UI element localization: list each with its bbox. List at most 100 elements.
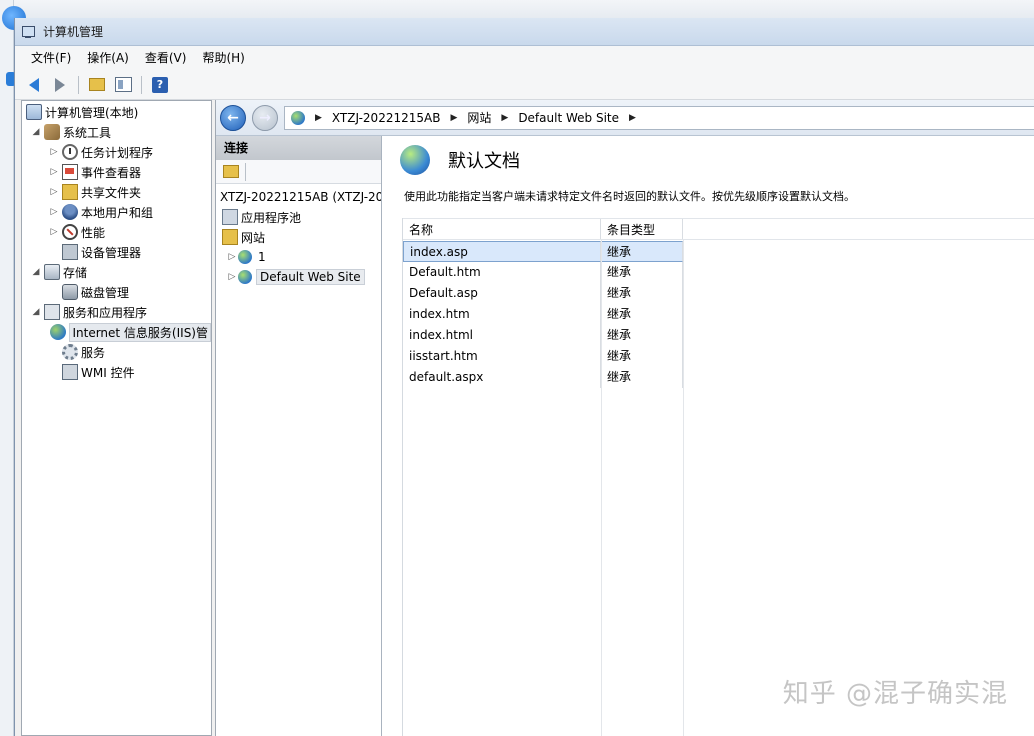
list-row[interactable]: iisstart.htm 继承 <box>403 346 1034 367</box>
list-row[interactable]: index.htm 继承 <box>403 304 1034 325</box>
collapse-icon[interactable]: ◢ <box>30 127 42 137</box>
expand-icon[interactable]: ▷ <box>48 187 60 197</box>
tree-item-root[interactable]: 计算机管理(本地) <box>22 102 211 122</box>
expand-icon[interactable]: ▷ <box>48 227 60 237</box>
connection-site-1[interactable]: ▷ 1 <box>216 247 381 267</box>
tree-item-local-users[interactable]: ▷ 本地用户和组 <box>22 202 211 222</box>
computer-management-icon <box>21 24 37 40</box>
back-arrow-icon <box>29 78 39 92</box>
computer-management-window: 计算机管理 文件(F) 操作(A) 查看(V) 帮助(H) ? 计算机管理(本地… <box>14 18 1034 736</box>
tree-item-event-viewer[interactable]: ▷ 事件查看器 <box>22 162 211 182</box>
console-tree-icon <box>115 77 132 92</box>
help-button[interactable]: ? <box>149 74 171 96</box>
tree-item-iis[interactable]: Internet 信息服务(IIS)管 <box>22 322 211 342</box>
connection-server[interactable]: XTZJ-20221215AB (XTZJ-20 <box>216 187 381 207</box>
up-level-button[interactable] <box>86 74 108 96</box>
tree-item-storage[interactable]: ◢ 存储 <box>22 262 211 282</box>
breadcrumb-site[interactable]: Default Web Site <box>518 111 619 125</box>
tree-item-services-apps[interactable]: ◢ 服务和应用程序 <box>22 302 211 322</box>
address-bar: ← → ▶ XTZJ-20221215AB ▶ 网站 ▶ Default Web… <box>216 100 1034 136</box>
tree-item-task-scheduler[interactable]: ▷ 任务计划程序 <box>22 142 211 162</box>
menu-action[interactable]: 操作(A) <box>79 46 137 70</box>
toolbar-separator <box>245 163 246 181</box>
cell-name: iisstart.htm <box>403 346 601 367</box>
list-row[interactable]: Default.htm 继承 <box>403 262 1034 283</box>
computer-icon <box>26 104 42 120</box>
help-icon: ? <box>152 77 168 93</box>
connect-button[interactable] <box>220 161 242 183</box>
tree-item-device-manager[interactable]: 设备管理器 <box>22 242 211 262</box>
folder-up-icon <box>89 78 105 91</box>
breadcrumb-sites[interactable]: 网站 <box>467 109 491 126</box>
breadcrumb-server[interactable]: XTZJ-20221215AB <box>332 111 441 125</box>
tree-item-system-tools[interactable]: ◢ 系统工具 <box>22 122 211 142</box>
tree-item-services[interactable]: 服务 <box>22 342 211 362</box>
iis-forward-button[interactable]: → <box>252 105 278 131</box>
tree-item-disk-management[interactable]: 磁盘管理 <box>22 282 211 302</box>
cell-type: 继承 <box>601 241 683 262</box>
shared-folder-icon <box>62 184 78 200</box>
cell-name: default.aspx <box>403 367 601 388</box>
connection-app-pools[interactable]: 应用程序池 <box>216 207 381 227</box>
globe-icon <box>238 250 252 264</box>
tree-item-shared-folders[interactable]: ▷ 共享文件夹 <box>22 182 211 202</box>
feature-description: 使用此功能指定当客户端未请求特定文件名时返回的默认文件。按优先级顺序设置默认文档… <box>388 184 1034 210</box>
menu-view[interactable]: 查看(V) <box>137 46 195 70</box>
cell-type: 继承 <box>601 262 683 283</box>
collapse-icon[interactable]: ◢ <box>30 267 42 277</box>
tree-item-performance[interactable]: ▷ 性能 <box>22 222 211 242</box>
menu-file[interactable]: 文件(F) <box>23 46 79 70</box>
list-row[interactable]: index.asp 继承 <box>403 241 1034 262</box>
menu-help[interactable]: 帮助(H) <box>194 46 252 70</box>
expand-icon[interactable]: ▷ <box>48 207 60 217</box>
expand-icon[interactable]: ▷ <box>226 252 238 262</box>
chevron-right-icon[interactable]: ▶ <box>450 113 457 123</box>
column-header-name[interactable]: 名称 <box>403 219 601 239</box>
cell-type: 继承 <box>601 325 683 346</box>
globe-icon <box>291 111 305 125</box>
column-divider <box>601 240 602 736</box>
iis-icon <box>50 324 66 340</box>
watermark: 知乎 @混子确实混 <box>783 673 1008 710</box>
background-browser-toolbar <box>0 0 1034 18</box>
column-divider <box>683 240 684 736</box>
connections-header: 连接 <box>216 136 381 160</box>
users-icon <box>62 204 78 220</box>
sites-folder-icon <box>222 229 238 245</box>
chevron-right-icon[interactable]: ▶ <box>501 113 508 123</box>
connection-sites[interactable]: 网站 <box>216 227 381 247</box>
cell-name: index.html <box>403 325 601 346</box>
iis-back-button[interactable]: ← <box>220 105 246 131</box>
iis-manager: ← → ▶ XTZJ-20221215AB ▶ 网站 ▶ Default Web… <box>215 100 1034 736</box>
connection-default-site[interactable]: ▷ Default Web Site <box>216 267 381 287</box>
storage-icon <box>44 264 60 280</box>
cell-type: 继承 <box>601 283 683 304</box>
expand-icon[interactable]: ▷ <box>226 272 238 282</box>
list-row[interactable]: Default.asp 继承 <box>403 283 1034 304</box>
list-row[interactable]: default.aspx 继承 <box>403 367 1034 388</box>
app-pool-icon <box>222 209 238 225</box>
collapse-icon[interactable]: ◢ <box>30 307 42 317</box>
show-hide-tree-button[interactable] <box>112 74 134 96</box>
expand-icon[interactable]: ▷ <box>48 147 60 157</box>
toolbar-separator <box>78 76 79 94</box>
device-manager-icon <box>62 244 78 260</box>
back-button[interactable] <box>23 74 45 96</box>
column-header-type[interactable]: 条目类型 <box>601 219 683 239</box>
toolbar: ? <box>15 70 1034 100</box>
forward-button[interactable] <box>49 74 71 96</box>
globe-icon <box>238 270 252 284</box>
services-applications-icon <box>44 304 60 320</box>
breadcrumb: ▶ XTZJ-20221215AB ▶ 网站 ▶ Default Web Sit… <box>284 106 1034 130</box>
feature-pane: 默认文档 使用此功能指定当客户端未请求特定文件名时返回的默认文件。按优先级顺序设… <box>388 136 1034 736</box>
chevron-right-icon[interactable]: ▶ <box>629 113 636 123</box>
window-title: 计算机管理 <box>43 23 103 40</box>
chevron-right-icon[interactable]: ▶ <box>315 113 322 123</box>
list-row[interactable]: index.html 继承 <box>403 325 1034 346</box>
expand-icon[interactable]: ▷ <box>48 167 60 177</box>
toolbar-separator <box>141 76 142 94</box>
default-document-list: 名称 条目类型 index.asp 继承 Default.htm 继承 Defa… <box>402 218 1034 736</box>
tree-item-wmi[interactable]: WMI 控件 <box>22 362 211 382</box>
cell-name: index.htm <box>403 304 601 325</box>
cell-type: 继承 <box>601 367 683 388</box>
